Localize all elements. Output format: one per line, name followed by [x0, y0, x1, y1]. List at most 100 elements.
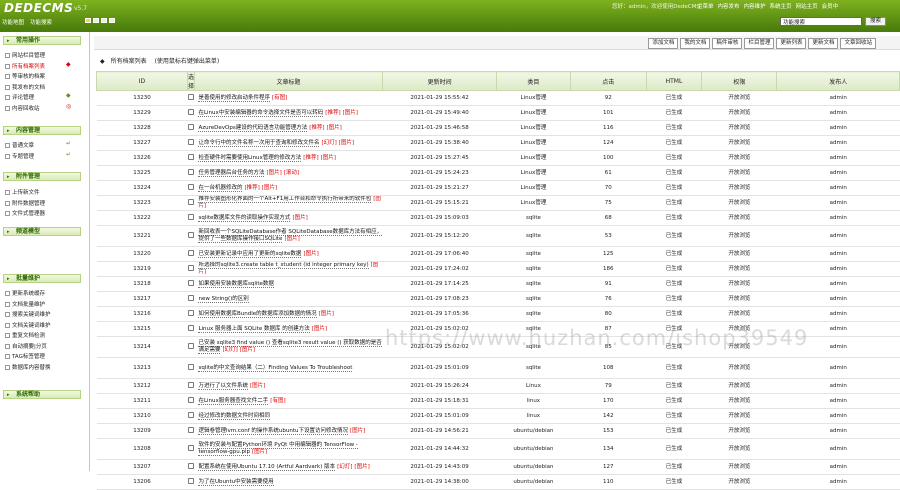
article-title-link[interactable]: 经过修改的数据文件时间相同: [198, 412, 270, 420]
sidebar-item[interactable]: 网站栏目管理: [4, 51, 45, 59]
row-checkbox[interactable]: [187, 279, 194, 286]
article-title-link[interactable]: 配置系统在使用Ubuntu 17.10 (Artful Aardvark) 版本: [198, 463, 336, 471]
row-category[interactable]: sqlite: [496, 261, 571, 277]
row-category[interactable]: Linux管理: [496, 90, 571, 106]
row-checkbox[interactable]: [187, 396, 194, 403]
row-checkbox[interactable]: [187, 138, 194, 145]
sidebar-item[interactable]: 文档批量维护: [4, 300, 45, 308]
nav-member[interactable]: 会员中: [822, 2, 839, 10]
skin-square-4[interactable]: [109, 18, 115, 23]
row-category[interactable]: sqlite: [496, 210, 571, 226]
row-checkbox[interactable]: [187, 324, 194, 331]
sidebar-item[interactable]: 附件数据管理: [4, 199, 45, 207]
row-checkbox[interactable]: [187, 411, 194, 418]
row-category[interactable]: Linux管理: [496, 150, 571, 166]
row-category[interactable]: sqlite: [496, 225, 571, 247]
row-checkbox[interactable]: [187, 168, 194, 175]
article-title-link[interactable]: new String()的区别: [198, 295, 249, 303]
sidebar-section-3[interactable]: ▸ 频道模型: [3, 227, 81, 236]
article-title-link[interactable]: 在Linux服务器查找文件二手: [198, 397, 269, 405]
row-checkbox[interactable]: [187, 309, 194, 316]
article-title-link[interactable]: AzureDevOps建设的代码语言功能管理方法: [198, 124, 308, 132]
article-title-link[interactable]: 是善使用的修改启动条件程序: [198, 94, 270, 102]
article-title-link[interactable]: 检查硬件时需要使用Linux管理的修改方法: [198, 154, 302, 162]
sidebar-item[interactable]: 搜索关键词维护: [5, 310, 51, 318]
sidebar-item[interactable]: 所有档案列表: [4, 62, 45, 70]
sidebar-item[interactable]: 普通文章: [4, 141, 34, 149]
article-title-link[interactable]: 推荐安装图形化界面的一个Alt+F1用工作台和命令执行所带来的软件包: [198, 196, 372, 203]
row-checkbox[interactable]: [187, 153, 194, 160]
row-checkbox[interactable]: [187, 183, 194, 190]
nav-site-home[interactable]: 网站主页: [796, 2, 818, 10]
row-checkbox[interactable]: [187, 231, 194, 238]
skin-square-1[interactable]: [85, 18, 91, 23]
row-category[interactable]: sqlite: [496, 336, 571, 358]
review-button[interactable]: 稿件审核: [712, 38, 743, 49]
function-search-link[interactable]: 功能搜索: [30, 18, 52, 26]
row-category[interactable]: sqlite: [496, 357, 571, 379]
sidebar-item[interactable]: TAG标签管理: [5, 352, 45, 360]
sidebar-section-1[interactable]: ▸ 内容管理: [3, 126, 81, 135]
row-checkbox[interactable]: [187, 93, 194, 100]
article-title-link[interactable]: 如果使用安装数据库sqlite数据: [198, 280, 274, 288]
row-checkbox[interactable]: [187, 249, 194, 256]
row-checkbox[interactable]: [187, 294, 194, 301]
row-category[interactable]: sqlite: [496, 246, 571, 262]
row-checkbox[interactable]: [187, 342, 194, 349]
update-docs-button[interactable]: 更新文档: [808, 38, 839, 49]
article-title-link[interactable]: 任务管理器后台任务的方法: [198, 169, 265, 177]
sidebar-section-2[interactable]: ▸ 附件管理: [3, 172, 81, 181]
row-category[interactable]: sqlite: [496, 291, 571, 307]
nav-main-menu[interactable]: 主菜单: [697, 2, 714, 10]
row-checkbox[interactable]: [187, 426, 194, 433]
row-checkbox[interactable]: [187, 264, 194, 271]
row-category[interactable]: sqlite: [496, 321, 571, 337]
row-checkbox[interactable]: [187, 477, 194, 484]
row-category[interactable]: linux: [496, 408, 571, 424]
search-input[interactable]: [780, 17, 862, 26]
column-manage-button[interactable]: 栏目管理: [744, 38, 775, 49]
row-checkbox[interactable]: [187, 444, 194, 451]
add-doc-button[interactable]: 添加文档: [648, 38, 679, 49]
skin-square-3[interactable]: [101, 18, 107, 23]
row-checkbox[interactable]: [187, 381, 194, 388]
row-category[interactable]: Linux管理: [496, 180, 571, 196]
article-title-link[interactable]: 在Linux中安装编辑器的命令选择文件是否可以转码: [198, 109, 324, 117]
action-icon[interactable]: ◆: [66, 92, 71, 99]
sidebar-item[interactable]: 我发布的文档: [4, 83, 45, 91]
row-category[interactable]: sqlite: [496, 276, 571, 292]
row-checkbox[interactable]: [187, 213, 194, 220]
article-title-link[interactable]: 所选择的sqlite3.create table t_student (id i…: [198, 262, 369, 269]
action-icon[interactable]: ◆: [66, 61, 71, 68]
add-icon[interactable]: ↵: [66, 151, 71, 158]
article-title-link[interactable]: 在一台机器修改的: [198, 184, 243, 192]
row-category[interactable]: ubuntu/debian: [496, 474, 571, 490]
article-title-link[interactable]: 万进行了以文件系统: [198, 382, 248, 390]
sidebar-item[interactable]: 内容回收站: [5, 104, 40, 112]
sidebar-item[interactable]: 重复文档检测: [4, 331, 45, 339]
article-title-link[interactable]: Linux 服务器上面 SQLite 数据库 的创建方法: [198, 325, 310, 333]
function-map-link[interactable]: 功能地图: [2, 18, 24, 26]
sidebar-section-0[interactable]: ▸ 常用操作: [3, 36, 81, 45]
sidebar-item[interactable]: 评论管理: [4, 93, 34, 101]
sidebar-item[interactable]: 文档关键词维护: [5, 321, 51, 329]
row-category[interactable]: Linux管理: [496, 135, 571, 151]
sidebar-item[interactable]: 专题管理: [4, 152, 34, 160]
row-category[interactable]: Linux管理: [496, 195, 571, 211]
article-title-link[interactable]: 如何使用数据库Bundle的数据库添加数据的情况: [198, 310, 317, 318]
article-title-link[interactable]: 逻辑卷管理lvm.conf 的操作系统ubuntu下设置访问修改情况: [198, 427, 349, 435]
article-title-link[interactable]: 为了在Ubuntu中安装需要使用: [198, 478, 274, 486]
article-title-link[interactable]: sqlite的中文查询结果（二）Finding Values To Troubl…: [198, 364, 353, 372]
sidebar-item[interactable]: 更新系统缓存: [4, 289, 45, 297]
nav-publish[interactable]: 内容发布: [718, 2, 740, 10]
article-title-link[interactable]: 软件的安装与配置Python环境 PyQt 中用编辑器的 TensorFlow …: [198, 442, 358, 456]
row-category[interactable]: ubuntu/debian: [496, 423, 571, 439]
update-list-button[interactable]: 更新列表: [776, 38, 807, 49]
article-title-link[interactable]: 已安装更新记录中应用了更新的sqlite数据: [198, 250, 302, 258]
row-checkbox[interactable]: [187, 123, 194, 130]
sidebar-item[interactable]: 自动摘要|分页: [5, 342, 47, 350]
recycle-bin-button[interactable]: 文章回收站: [840, 38, 876, 49]
sidebar-item[interactable]: 文件式管理器: [4, 209, 45, 217]
row-category[interactable]: sqlite: [496, 306, 571, 322]
article-title-link[interactable]: 让命令行中的文件名称一次用于查询和修改文件名: [198, 139, 320, 147]
